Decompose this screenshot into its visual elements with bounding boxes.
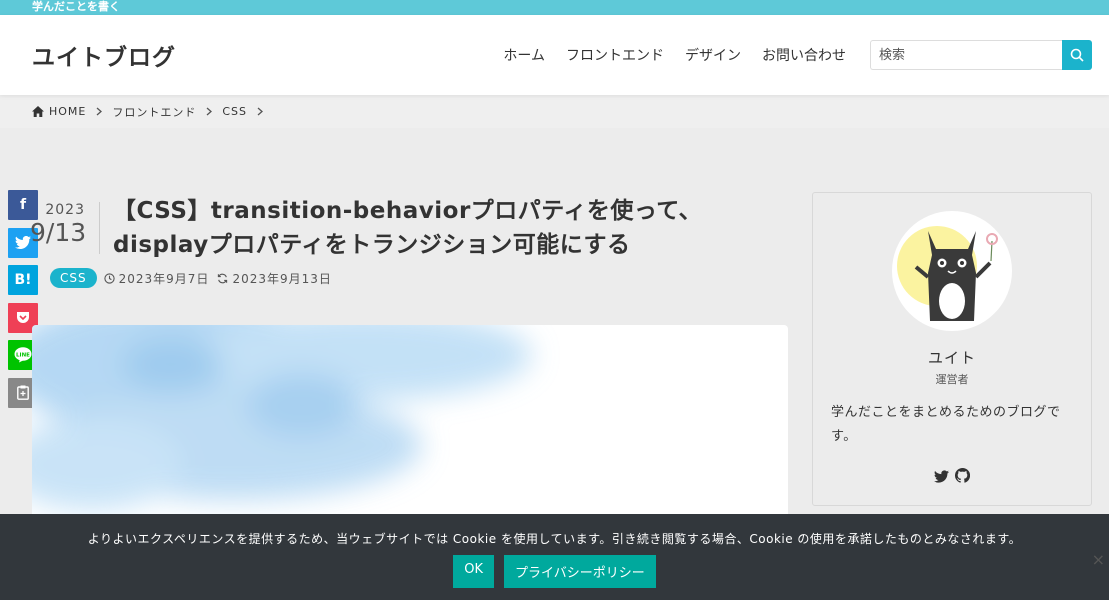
line-icon: LINE	[14, 347, 32, 363]
nav-item-home[interactable]: ホーム	[503, 45, 545, 65]
published-date: 2023年9月7日	[103, 270, 210, 287]
featured-image	[32, 325, 788, 525]
close-icon[interactable]: ×	[1092, 550, 1105, 569]
clipboard-icon	[17, 385, 29, 400]
refresh-icon	[218, 273, 228, 283]
search-form	[870, 40, 1092, 70]
breadcrumb: HOME フロントエンド CSS	[0, 95, 1109, 128]
hatena-icon: B!	[14, 272, 32, 288]
cookie-ok-button[interactable]: OK	[453, 555, 494, 588]
svg-text:LINE: LINE	[16, 352, 30, 358]
avatar	[892, 211, 1012, 331]
clock-icon	[103, 272, 115, 284]
post-date-monthday: 9/13	[30, 218, 87, 247]
post-date-year: 2023	[45, 202, 85, 218]
twitter-link[interactable]	[934, 468, 949, 487]
site-logo[interactable]: ユイトブログ	[32, 38, 176, 72]
twitter-icon	[934, 470, 949, 483]
cookie-banner: よりよいエクスペリエンスを提供するため、当ウェブサイトでは Cookie を使用…	[0, 514, 1109, 600]
github-icon	[954, 467, 971, 483]
profile-name: ユイト	[927, 349, 976, 367]
home-icon	[32, 106, 44, 117]
post-title: 【CSS】transition-behaviorプロパティを使って、 displ…	[113, 194, 763, 262]
search-button[interactable]	[1062, 40, 1092, 70]
share-hatena-button[interactable]: B!	[8, 265, 38, 295]
nav-item-frontend[interactable]: フロントエンド	[566, 45, 664, 65]
site-header: ユイトブログ ホーム フロントエンド デザイン お問い合わせ	[0, 15, 1109, 95]
breadcrumb-frontend[interactable]: フロントエンド	[112, 104, 196, 120]
search-input[interactable]	[870, 40, 1062, 70]
updated-date-text: 2023年9月13日	[232, 271, 332, 286]
main-nav: ホーム フロントエンド デザイン お問い合わせ	[482, 40, 1092, 70]
profile-role: 運営者	[935, 373, 969, 386]
site-tagline: 学んだことを書く	[32, 0, 120, 13]
category-badge[interactable]: CSS	[50, 268, 97, 288]
pocket-icon	[17, 312, 29, 323]
facebook-icon: f	[19, 197, 27, 213]
chevron-right-icon	[257, 107, 264, 116]
post-meta: CSS 2023年9月7日 2023年9月13日	[50, 268, 340, 288]
profile-description: 学んだことをまとめるためのブログです。	[831, 405, 1061, 444]
post-title-line2: displayプロパティをトランジション可能にする	[113, 232, 631, 258]
updated-date: 2023年9月13日	[217, 270, 331, 287]
twitter-icon	[15, 236, 31, 249]
nav-item-design[interactable]: デザイン	[685, 45, 741, 65]
published-date-text: 2023年9月7日	[118, 271, 210, 286]
breadcrumb-home-label: HOME	[49, 105, 87, 118]
chevron-right-icon	[96, 107, 103, 116]
cookie-buttons: OK プライバシーポリシー	[0, 555, 1109, 588]
breadcrumb-home[interactable]: HOME	[32, 105, 86, 118]
search-icon	[1070, 48, 1084, 62]
site-tagline-bar: 学んだことを書く	[0, 0, 1109, 15]
nav-item-contact[interactable]: お問い合わせ	[762, 45, 846, 65]
breadcrumb-css[interactable]: CSS	[222, 105, 247, 118]
cookie-message: よりよいエクスペリエンスを提供するため、当ウェブサイトでは Cookie を使用…	[87, 532, 1022, 546]
post-title-line1: 【CSS】transition-behaviorプロパティを使って、	[113, 198, 703, 224]
profile-widget: ユイト 運営者 学んだことをまとめるためのブログです。	[812, 192, 1092, 506]
post-date: 2023 9/13	[30, 202, 100, 254]
chevron-right-icon	[206, 107, 213, 116]
profile-social-links	[813, 467, 1091, 487]
github-link[interactable]	[954, 467, 971, 487]
privacy-policy-button[interactable]: プライバシーポリシー	[504, 555, 656, 588]
